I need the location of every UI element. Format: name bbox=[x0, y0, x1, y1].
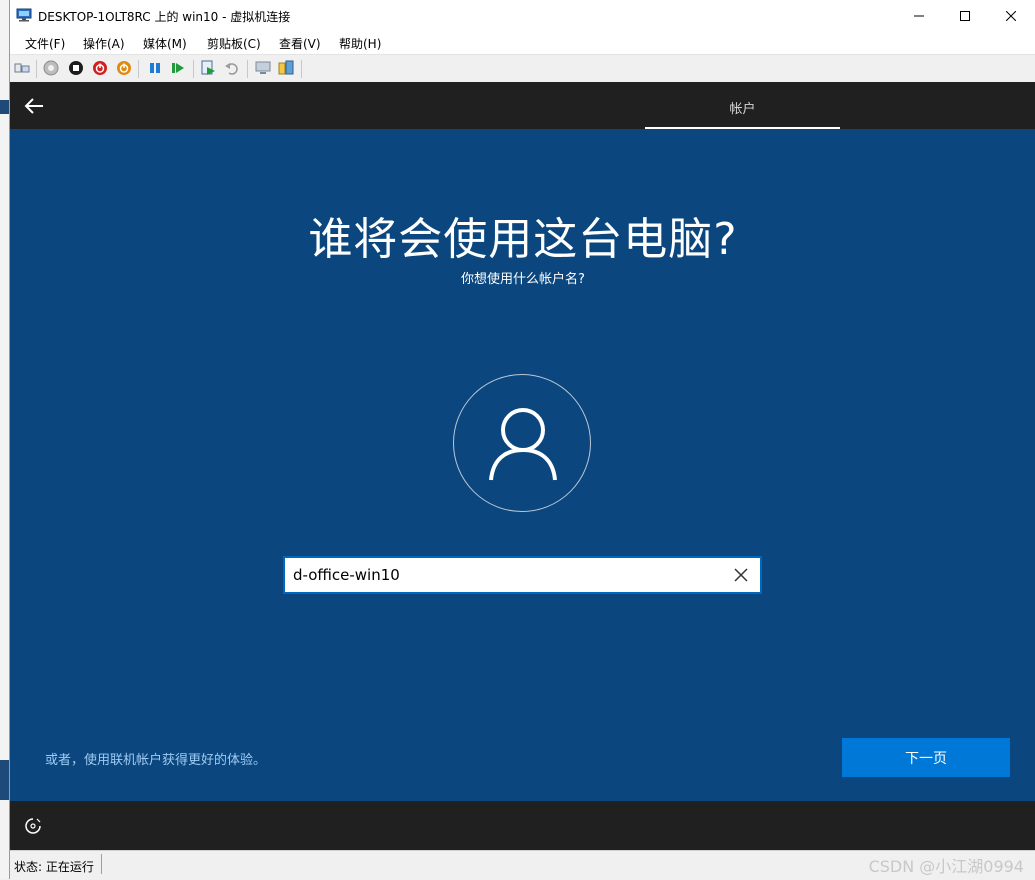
start-icon[interactable] bbox=[43, 60, 59, 76]
toolbar-separator bbox=[193, 60, 194, 78]
menu-help[interactable]: 帮助(H) bbox=[339, 35, 381, 52]
ctrl-alt-del-icon[interactable] bbox=[14, 60, 30, 76]
ease-of-access-icon[interactable] bbox=[24, 817, 42, 835]
toolbar-separator bbox=[36, 60, 37, 78]
vm-screen[interactable]: 帐户 谁将会使用这台电脑? 你想使用什么帐户名? 或者，使用联机帐户获 bbox=[10, 82, 1035, 850]
online-account-link[interactable]: 或者，使用联机帐户获得更好的体验。 bbox=[45, 749, 266, 768]
share-icon[interactable] bbox=[278, 60, 294, 76]
back-arrow-icon[interactable] bbox=[24, 96, 44, 116]
watermark: CSDN @小江湖0994 bbox=[868, 857, 1024, 876]
title-bar: DESKTOP-1OLT8RC 上的 win10 - 虚拟机连接 bbox=[10, 0, 1035, 32]
menu-media[interactable]: 媒体(M) bbox=[143, 35, 187, 52]
revert-icon[interactable] bbox=[224, 60, 240, 76]
turn-off-icon[interactable] bbox=[68, 60, 84, 76]
status-text: 状态: 正在运行 bbox=[14, 860, 94, 874]
menu-bar: 文件(F) 操作(A) 媒体(M) 剪贴板(C) 查看(V) 帮助(H) bbox=[10, 32, 1035, 54]
vm-connection-icon bbox=[16, 8, 32, 22]
menu-view[interactable]: 查看(V) bbox=[279, 35, 321, 52]
oobe-content: 谁将会使用这台电脑? 你想使用什么帐户名? 或者，使用联机帐户获得更好的体验。 … bbox=[10, 129, 1035, 801]
status-separator bbox=[101, 854, 102, 874]
clear-icon[interactable] bbox=[732, 566, 750, 584]
account-name-field bbox=[283, 556, 762, 594]
minimize-icon bbox=[914, 15, 924, 17]
vm-connection-window: DESKTOP-1OLT8RC 上的 win10 - 虚拟机连接 文件(F) 操… bbox=[9, 0, 1035, 880]
checkpoint-icon[interactable] bbox=[200, 60, 216, 76]
enhanced-session-icon[interactable] bbox=[255, 60, 271, 76]
toolbar-separator bbox=[138, 60, 139, 78]
page-title: 谁将会使用这台电脑? bbox=[308, 214, 738, 265]
tab-account: 帐户 bbox=[645, 82, 840, 129]
resume-icon[interactable] bbox=[170, 60, 186, 76]
next-button[interactable]: 下一页 bbox=[842, 738, 1010, 777]
status-bar: 状态: 正在运行 CSDN @小江湖0994 bbox=[10, 850, 1035, 880]
menu-clipboard[interactable]: 剪贴板(C) bbox=[207, 35, 261, 52]
minimize-button[interactable] bbox=[896, 0, 942, 32]
pause-icon[interactable] bbox=[147, 60, 163, 76]
maximize-icon bbox=[960, 11, 970, 21]
toolbar-separator bbox=[247, 60, 248, 78]
avatar bbox=[453, 374, 591, 512]
oobe-bottom-bar bbox=[10, 801, 1035, 850]
menu-file[interactable]: 文件(F) bbox=[25, 35, 65, 52]
user-icon bbox=[489, 408, 557, 481]
menu-action[interactable]: 操作(A) bbox=[83, 35, 125, 52]
close-button[interactable] bbox=[988, 0, 1034, 32]
save-icon[interactable] bbox=[116, 60, 132, 76]
maximize-button[interactable] bbox=[942, 0, 988, 32]
oobe-top-bar: 帐户 bbox=[10, 82, 1035, 129]
close-icon bbox=[1006, 11, 1016, 21]
toolbar-separator bbox=[301, 60, 302, 78]
tab-account-label: 帐户 bbox=[729, 102, 756, 117]
toolbar bbox=[10, 54, 1035, 83]
shutdown-icon[interactable] bbox=[92, 60, 108, 76]
window-title: DESKTOP-1OLT8RC 上的 win10 - 虚拟机连接 bbox=[38, 10, 291, 24]
page-subtitle: 你想使用什么帐户名? bbox=[461, 272, 585, 287]
account-name-input[interactable] bbox=[293, 558, 713, 592]
